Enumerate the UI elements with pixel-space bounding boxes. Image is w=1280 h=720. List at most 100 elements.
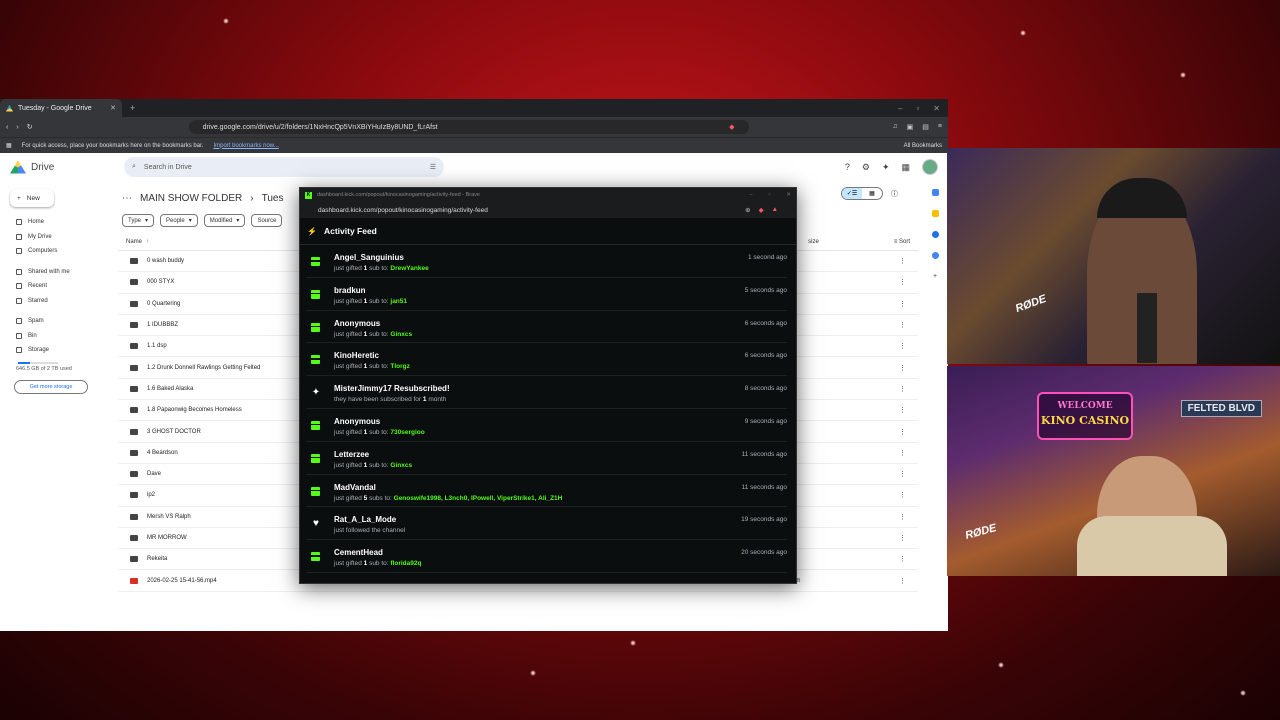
activity-target[interactable]: Tlorgz <box>390 363 410 370</box>
avatar[interactable] <box>922 159 938 175</box>
back-icon[interactable]: ‹ <box>6 124 8 131</box>
activity-target[interactable]: Ginxcs <box>390 331 412 338</box>
more-actions-icon[interactable]: ⋮ <box>899 300 906 308</box>
more-actions-icon[interactable]: ⋮ <box>899 491 906 499</box>
new-button[interactable]: + New <box>10 189 54 207</box>
activity-target[interactable]: florida92q <box>390 560 421 567</box>
calendar-icon[interactable] <box>931 189 939 196</box>
sidebar-item-my-drive[interactable]: My Drive <box>10 230 110 245</box>
brave-rewards-icon[interactable]: ▲ <box>772 206 778 214</box>
close-window-icon[interactable]: ✕ <box>933 104 940 113</box>
extension-icon[interactable]: ▣ <box>907 123 914 131</box>
more-actions-icon[interactable]: ⋮ <box>899 470 906 478</box>
zoom-icon[interactable]: ⊕ <box>745 206 750 214</box>
extension-icon[interactable]: ♫ <box>892 123 897 131</box>
get-more-storage-button[interactable]: Get more storage <box>14 379 88 394</box>
filter-people[interactable]: People ▾ <box>160 214 198 227</box>
activity-item[interactable]: ♥ Rat_A_La_Mode just followed the channel 1… <box>306 507 787 541</box>
drive-logo[interactable]: Drive <box>10 160 114 174</box>
all-bookmarks[interactable]: All Bookmarks <box>904 143 942 149</box>
settings-gear-icon[interactable]: ⚙ <box>862 162 870 173</box>
sidebar-item-storage[interactable]: Storage <box>10 343 110 358</box>
more-actions-icon[interactable]: ⋮ <box>899 555 906 563</box>
size-column-header[interactable]: size <box>808 239 819 245</box>
gemini-icon[interactable]: ✦ <box>882 162 890 173</box>
more-actions-icon[interactable]: ⋮ <box>899 278 906 286</box>
activity-item[interactable]: bradkun just gifted 1 sub to: jan51 5 seco… <box>306 278 787 311</box>
grid-view-icon[interactable]: ▦ <box>862 188 882 199</box>
reload-icon[interactable]: ↻ <box>27 123 33 131</box>
activity-item[interactable]: Anonymous just gifted 1 sub to: Ginxcs 6 s… <box>306 311 787 344</box>
activity-target[interactable]: Ginxcs <box>390 462 412 469</box>
url-field[interactable]: drive.google.com/drive/u/2/folders/1NxHn… <box>188 120 749 134</box>
activity-target[interactable]: Genoswife1998, L3nch0, IPowell, ViperStr… <box>394 495 563 502</box>
activity-item[interactable]: Angel_Sanguinius just gifted 1 sub to: Dr… <box>306 245 787 278</box>
activity-username[interactable]: Anonymous <box>334 417 425 426</box>
more-actions-icon[interactable]: ⋮ <box>899 534 906 542</box>
more-actions-icon[interactable]: ⋮ <box>899 577 906 585</box>
activity-item[interactable]: Letterzee just gifted 1 sub to: Ginxcs 11 … <box>306 442 787 475</box>
menu-icon[interactable]: ≡ <box>938 123 942 131</box>
activity-item[interactable]: KinoHeretic just gifted 1 sub to: Tlorgz 6… <box>306 343 787 377</box>
more-actions-icon[interactable]: ⋮ <box>899 406 906 414</box>
activity-username[interactable]: Angel_Sanguinius <box>334 253 429 262</box>
maximize-icon[interactable]: ▫ <box>916 104 919 113</box>
list-view-icon[interactable]: ✓☰ <box>842 188 862 199</box>
activity-item[interactable]: ✦ MisterJimmy17 Resubscribed! they have be… <box>306 376 787 409</box>
import-bookmarks-link[interactable]: Import bookmarks now... <box>213 143 278 149</box>
more-actions-icon[interactable]: ⋮ <box>899 321 906 329</box>
apps-icon[interactable]: ▦ <box>6 142 12 149</box>
sidebar-icon[interactable]: ▤ <box>922 123 929 131</box>
help-icon[interactable]: ? <box>845 162 850 172</box>
breadcrumb-current[interactable]: Tues <box>262 193 284 204</box>
sidebar-item-recent[interactable]: Recent <box>10 279 110 294</box>
view-toggle[interactable]: ✓☰ ▦ <box>841 187 883 200</box>
minimize-icon[interactable]: – <box>749 192 752 198</box>
activity-username[interactable]: MadVandal <box>334 483 562 492</box>
filter-modified[interactable]: Modified ▾ <box>203 214 246 227</box>
more-actions-icon[interactable]: ⋮ <box>899 364 906 372</box>
apps-grid-icon[interactable]: ▦ <box>901 162 910 173</box>
more-actions-icon[interactable]: ⋮ <box>899 342 906 350</box>
info-icon[interactable]: ⓘ <box>891 189 898 199</box>
activity-item[interactable]: MadVandal just gifted 5 subs to: Genoswif… <box>306 475 787 508</box>
drive-search-input[interactable]: ⌕ Search in Drive ☰ <box>124 157 444 177</box>
sidebar-item-home[interactable]: Home <box>10 215 110 230</box>
activity-username[interactable]: Rat_A_La_Mode <box>334 515 405 524</box>
sidebar-item-computers[interactable]: Computers <box>10 244 110 259</box>
filter-source[interactable]: Source <box>251 214 283 227</box>
brave-shield-icon[interactable]: ◆ <box>759 206 764 214</box>
activity-username[interactable]: Letterzee <box>334 450 412 459</box>
tasks-icon[interactable] <box>931 231 939 238</box>
forward-icon[interactable]: › <box>16 124 18 131</box>
sidebar-item-bin[interactable]: Bin <box>10 329 110 344</box>
maximize-icon[interactable]: ▫ <box>768 192 770 198</box>
activity-item[interactable]: CementHead just gifted 1 sub to: florida9… <box>306 540 787 573</box>
sort-arrow-up-icon[interactable]: ↑ <box>146 239 149 245</box>
more-icon[interactable]: ⋯ <box>122 193 132 204</box>
more-actions-icon[interactable]: ⋮ <box>899 513 906 521</box>
breadcrumb-root[interactable]: MAIN SHOW FOLDER <box>140 193 242 204</box>
activity-item[interactable]: Anonymous just gifted 1 sub to: 730sergio… <box>306 409 787 442</box>
browser-tab[interactable]: Tuesday - Google Drive ✕ <box>0 99 122 117</box>
close-window-icon[interactable]: ✕ <box>786 192 791 198</box>
new-tab-icon[interactable]: + <box>130 103 135 113</box>
activity-target[interactable]: DrewYankee <box>390 265 428 272</box>
more-actions-icon[interactable]: ⋮ <box>899 257 906 265</box>
more-actions-icon[interactable]: ⋮ <box>899 428 906 436</box>
add-addon-icon[interactable]: + <box>933 273 937 280</box>
activity-target[interactable]: jan51 <box>390 298 407 305</box>
sidebar-item-starred[interactable]: Starred <box>10 294 110 309</box>
activity-username[interactable]: bradkun <box>334 286 407 295</box>
search-options-icon[interactable]: ☰ <box>430 163 436 171</box>
activity-target[interactable]: 730sergioo <box>390 429 424 436</box>
minimize-icon[interactable]: – <box>898 104 902 113</box>
close-tab-icon[interactable]: ✕ <box>110 104 116 112</box>
filter-type[interactable]: Type ▾ <box>122 214 155 227</box>
more-actions-icon[interactable]: ⋮ <box>899 449 906 457</box>
activity-username[interactable]: CementHead <box>334 548 421 557</box>
name-column-header[interactable]: Name <box>126 239 142 245</box>
activity-username[interactable]: Anonymous <box>334 319 412 328</box>
activity-username[interactable]: KinoHeretic <box>334 351 410 360</box>
sidebar-item-shared[interactable]: Shared with me <box>10 265 110 280</box>
